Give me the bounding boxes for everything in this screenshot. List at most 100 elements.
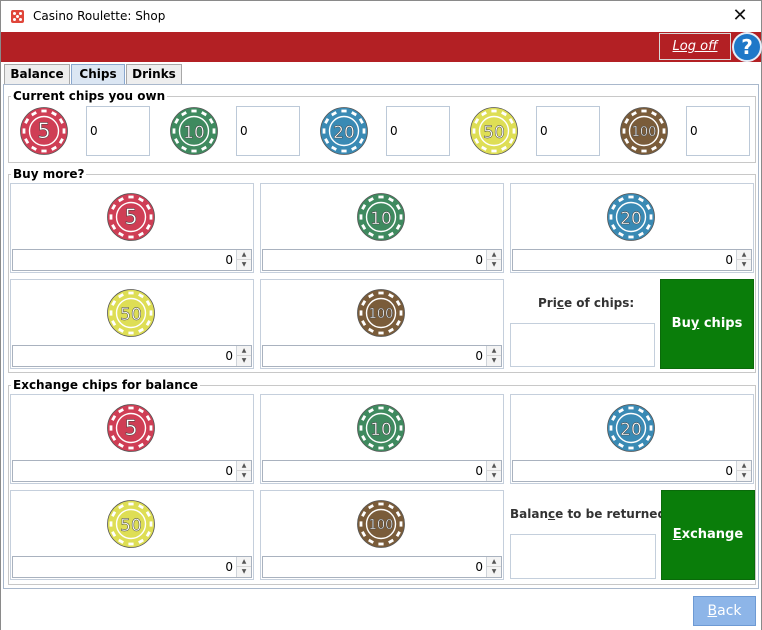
chip-5-label: 5	[124, 205, 137, 229]
buy-chip-5-quantity-stepper[interactable]: 0 ▲ ▼	[12, 249, 252, 271]
buy-chip-5-panel: 5 0 ▲ ▼	[10, 183, 254, 273]
buy-chip-100-panel: 100 0 ▲ ▼	[260, 279, 504, 369]
stepper-value[interactable]: 0	[225, 250, 233, 270]
exchange-chip-50-quantity-stepper[interactable]: 0 ▲ ▼	[12, 556, 252, 578]
stepper-buttons: ▲ ▼	[236, 557, 251, 577]
exchange-chip-20-quantity-stepper[interactable]: 0 ▲ ▼	[512, 460, 752, 482]
increment-arrow-icon[interactable]: ▲	[737, 461, 751, 471]
increment-arrow-icon[interactable]: ▲	[487, 557, 501, 567]
stepper-value[interactable]: 0	[225, 557, 233, 577]
price-field	[510, 323, 655, 367]
decrement-arrow-icon[interactable]: ▼	[237, 356, 251, 366]
exchange-button[interactable]: Exchange	[661, 490, 755, 580]
decrement-arrow-icon[interactable]: ▼	[237, 471, 251, 481]
chips-tab-content: Current chips you own 5 0 10 0 20 0 50 0 100 0 Bu…	[3, 84, 759, 589]
stepper-value[interactable]: 0	[725, 250, 733, 270]
tab-drinks[interactable]: Drinks	[126, 64, 182, 84]
increment-arrow-icon[interactable]: ▲	[737, 250, 751, 260]
chip-50-label: 50	[120, 516, 142, 536]
decrement-arrow-icon[interactable]: ▼	[237, 567, 251, 577]
chip-50-icon: 50	[469, 106, 519, 156]
owned-chip-10-count: 0	[236, 106, 300, 156]
header-bar: Log off ?	[1, 32, 762, 62]
tab-balance[interactable]: Balance	[4, 64, 70, 84]
owned-chips-legend: Current chips you own	[13, 89, 166, 103]
window-title: Casino Roulette: Shop	[33, 9, 166, 23]
chip-100-label: 100	[369, 307, 394, 322]
owned-chip-100-count: 0	[686, 106, 750, 156]
chip-50-label: 50	[483, 123, 505, 143]
increment-arrow-icon[interactable]: ▲	[487, 346, 501, 356]
chip-5-label: 5	[124, 416, 137, 440]
stepper-value[interactable]: 0	[225, 346, 233, 366]
buy-chip-100-quantity-stepper[interactable]: 0 ▲ ▼	[262, 345, 502, 367]
chip-10-icon: 10	[356, 403, 406, 453]
increment-arrow-icon[interactable]: ▲	[237, 557, 251, 567]
stepper-buttons: ▲ ▼	[736, 461, 751, 481]
decrement-arrow-icon[interactable]: ▼	[737, 471, 751, 481]
chip-50-label: 50	[120, 305, 142, 325]
buy-chips-legend: Buy more?	[13, 167, 85, 181]
stepper-value[interactable]: 0	[475, 461, 483, 481]
decrement-arrow-icon[interactable]: ▼	[487, 471, 501, 481]
close-button[interactable]: ✕	[727, 4, 753, 28]
chip-20-label: 20	[620, 209, 642, 229]
increment-arrow-icon[interactable]: ▲	[487, 461, 501, 471]
exchange-chip-50-panel: 50 0 ▲ ▼	[10, 490, 254, 580]
shop-window: Casino Roulette: Shop ✕ Log off ? Balanc…	[0, 0, 762, 630]
exchange-chip-5-quantity-stepper[interactable]: 0 ▲ ▼	[12, 460, 252, 482]
increment-arrow-icon[interactable]: ▲	[237, 250, 251, 260]
decrement-arrow-icon[interactable]: ▼	[487, 260, 501, 270]
chip-5-icon: 5	[106, 192, 156, 242]
exchange-chip-100-panel: 100 0 ▲ ▼	[260, 490, 504, 580]
exchange-chip-100-quantity-stepper[interactable]: 0 ▲ ▼	[262, 556, 502, 578]
chip-100-icon: 100	[356, 499, 406, 549]
tab-chips[interactable]: Chips	[71, 64, 125, 85]
stepper-value[interactable]: 0	[725, 461, 733, 481]
decrement-arrow-icon[interactable]: ▼	[737, 260, 751, 270]
buy-chip-20-quantity-stepper[interactable]: 0 ▲ ▼	[512, 249, 752, 271]
stepper-buttons: ▲ ▼	[736, 250, 751, 270]
back-button[interactable]: Back	[693, 596, 756, 626]
stepper-value[interactable]: 0	[475, 557, 483, 577]
increment-arrow-icon[interactable]: ▲	[487, 250, 501, 260]
decrement-arrow-icon[interactable]: ▼	[487, 356, 501, 366]
chip-100-icon: 100	[619, 106, 669, 156]
chip-10-icon: 10	[169, 106, 219, 156]
chip-100-label: 100	[369, 518, 394, 533]
stepper-buttons: ▲ ▼	[486, 346, 501, 366]
chip-10-label: 10	[370, 420, 392, 440]
owned-chip-5-count: 0	[86, 106, 150, 156]
chip-50-icon: 50	[106, 499, 156, 549]
increment-arrow-icon[interactable]: ▲	[237, 346, 251, 356]
exchange-chip-10-quantity-stepper[interactable]: 0 ▲ ▼	[262, 460, 502, 482]
stepper-buttons: ▲ ▼	[236, 250, 251, 270]
logoff-button[interactable]: Log off	[659, 33, 731, 60]
buy-chip-20-panel: 20 0 ▲ ▼	[510, 183, 754, 273]
chip-10-label: 10	[183, 123, 205, 143]
buy-chip-10-quantity-stepper[interactable]: 0 ▲ ▼	[262, 249, 502, 271]
owned-chip-20-count: 0	[386, 106, 450, 156]
chip-20-icon: 20	[606, 192, 656, 242]
chip-5-icon: 5	[19, 106, 69, 156]
chip-20-icon: 20	[319, 106, 369, 156]
buy-chip-10-panel: 10 0 ▲ ▼	[260, 183, 504, 273]
buy-chip-50-panel: 50 0 ▲ ▼	[10, 279, 254, 369]
stepper-value[interactable]: 0	[225, 461, 233, 481]
buy-chips-button[interactable]: Buy chips	[660, 279, 754, 369]
stepper-value[interactable]: 0	[475, 346, 483, 366]
exchange-chip-10-panel: 10 0 ▲ ▼	[260, 394, 504, 484]
decrement-arrow-icon[interactable]: ▼	[487, 567, 501, 577]
exchange-chip-20-panel: 20 0 ▲ ▼	[510, 394, 754, 484]
exchange-chip-5-panel: 5 0 ▲ ▼	[10, 394, 254, 484]
chip-5-label: 5	[37, 119, 50, 143]
stepper-value[interactable]: 0	[475, 250, 483, 270]
decrement-arrow-icon[interactable]: ▼	[237, 260, 251, 270]
chip-20-label: 20	[333, 123, 355, 143]
buy-chip-50-quantity-stepper[interactable]: 0 ▲ ▼	[12, 345, 252, 367]
chip-10-label: 10	[370, 209, 392, 229]
footer-bar: Back	[1, 590, 761, 630]
balance-returned-label: Balance to be returned:	[510, 507, 671, 521]
increment-arrow-icon[interactable]: ▲	[237, 461, 251, 471]
help-icon[interactable]: ?	[732, 32, 762, 62]
